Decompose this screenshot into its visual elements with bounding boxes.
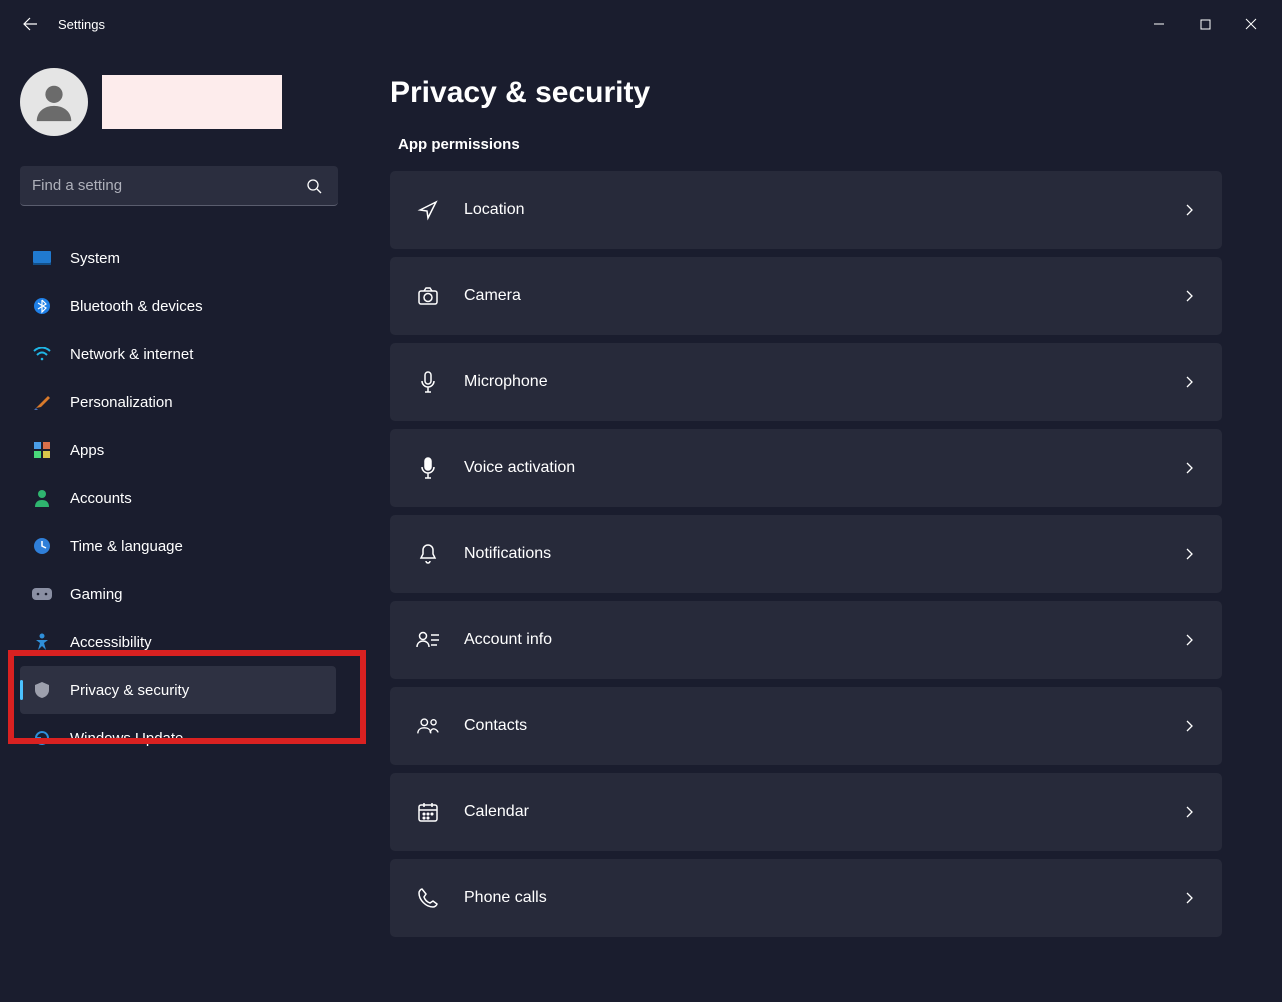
nav-label: Gaming bbox=[70, 586, 123, 603]
search-field[interactable] bbox=[20, 166, 336, 206]
nav-label: Bluetooth & devices bbox=[70, 298, 203, 315]
chevron-right-icon bbox=[1182, 375, 1196, 389]
permission-label: Voice activation bbox=[464, 459, 575, 477]
user-profile[interactable] bbox=[20, 68, 336, 136]
permission-label: Location bbox=[464, 201, 525, 219]
permission-notifications[interactable]: Notifications bbox=[390, 515, 1222, 593]
bluetooth-icon bbox=[32, 296, 52, 316]
chevron-right-icon bbox=[1182, 289, 1196, 303]
nav-item-accounts[interactable]: Accounts bbox=[20, 474, 336, 522]
nav-label: Privacy & security bbox=[70, 682, 189, 699]
minimize-icon bbox=[1153, 18, 1165, 30]
microphone-icon bbox=[416, 370, 440, 394]
permission-label: Phone calls bbox=[464, 889, 547, 907]
avatar bbox=[20, 68, 88, 136]
section-title: App permissions bbox=[390, 136, 1222, 153]
maximize-icon bbox=[1200, 19, 1211, 30]
chevron-right-icon bbox=[1182, 461, 1196, 475]
chevron-right-icon bbox=[1182, 891, 1196, 905]
nav-label: Accounts bbox=[70, 490, 132, 507]
permission-microphone[interactable]: Microphone bbox=[390, 343, 1222, 421]
clock-globe-icon bbox=[32, 536, 52, 556]
nav-label: Apps bbox=[70, 442, 104, 459]
title-bar: Settings bbox=[0, 0, 1282, 48]
wifi-icon bbox=[32, 344, 52, 364]
person-icon bbox=[31, 79, 77, 125]
search-icon bbox=[306, 178, 322, 194]
phone-icon bbox=[416, 886, 440, 910]
back-button[interactable] bbox=[20, 14, 40, 34]
nav-label: Network & internet bbox=[70, 346, 193, 363]
nav-label: Accessibility bbox=[70, 634, 152, 651]
voice-icon bbox=[416, 456, 440, 480]
camera-icon bbox=[416, 284, 440, 308]
apps-icon bbox=[32, 440, 52, 460]
chevron-right-icon bbox=[1182, 547, 1196, 561]
search-input[interactable] bbox=[20, 166, 338, 206]
shield-icon bbox=[32, 680, 52, 700]
brush-icon bbox=[32, 392, 52, 412]
permission-calendar[interactable]: Calendar bbox=[390, 773, 1222, 851]
app-title: Settings bbox=[58, 17, 105, 32]
chevron-right-icon bbox=[1182, 203, 1196, 217]
accessibility-icon bbox=[32, 632, 52, 652]
nav-label: Windows Update bbox=[70, 730, 183, 747]
permission-location[interactable]: Location bbox=[390, 171, 1222, 249]
permission-voice-activation[interactable]: Voice activation bbox=[390, 429, 1222, 507]
update-icon bbox=[32, 728, 52, 748]
main-content: Privacy & security App permissions Locat… bbox=[350, 48, 1282, 1002]
nav-label: Personalization bbox=[70, 394, 173, 411]
chevron-right-icon bbox=[1182, 805, 1196, 819]
user-name-redacted bbox=[102, 75, 282, 129]
nav-item-apps[interactable]: Apps bbox=[20, 426, 336, 474]
nav-item-accessibility[interactable]: Accessibility bbox=[20, 618, 336, 666]
nav-item-privacy[interactable]: Privacy & security bbox=[20, 666, 336, 714]
nav-item-time[interactable]: Time & language bbox=[20, 522, 336, 570]
nav-label: System bbox=[70, 250, 120, 267]
account-info-icon bbox=[416, 628, 440, 652]
person-icon bbox=[32, 488, 52, 508]
minimize-button[interactable] bbox=[1136, 8, 1182, 40]
nav-item-gaming[interactable]: Gaming bbox=[20, 570, 336, 618]
nav-list: System Bluetooth & devices Network & int… bbox=[20, 234, 336, 762]
nav-item-update[interactable]: Windows Update bbox=[20, 714, 336, 762]
nav-label: Time & language bbox=[70, 538, 183, 555]
close-button[interactable] bbox=[1228, 8, 1274, 40]
bell-icon bbox=[416, 542, 440, 566]
sidebar: System Bluetooth & devices Network & int… bbox=[0, 48, 350, 1002]
calendar-icon bbox=[416, 800, 440, 824]
permission-label: Microphone bbox=[464, 373, 548, 391]
close-icon bbox=[1245, 18, 1257, 30]
chevron-right-icon bbox=[1182, 633, 1196, 647]
permission-label: Contacts bbox=[464, 717, 527, 735]
nav-item-network[interactable]: Network & internet bbox=[20, 330, 336, 378]
permission-label: Camera bbox=[464, 287, 521, 305]
permission-list: Location Camera Microphone bbox=[390, 171, 1222, 937]
permission-camera[interactable]: Camera bbox=[390, 257, 1222, 335]
gamepad-icon bbox=[32, 584, 52, 604]
location-icon bbox=[416, 198, 440, 222]
chevron-right-icon bbox=[1182, 719, 1196, 733]
permission-phone-calls[interactable]: Phone calls bbox=[390, 859, 1222, 937]
arrow-left-icon bbox=[22, 16, 38, 32]
page-title: Privacy & security bbox=[390, 76, 1222, 110]
permission-label: Notifications bbox=[464, 545, 551, 563]
nav-item-bluetooth[interactable]: Bluetooth & devices bbox=[20, 282, 336, 330]
nav-item-personalization[interactable]: Personalization bbox=[20, 378, 336, 426]
permission-contacts[interactable]: Contacts bbox=[390, 687, 1222, 765]
permission-label: Calendar bbox=[464, 803, 529, 821]
maximize-button[interactable] bbox=[1182, 8, 1228, 40]
contacts-icon bbox=[416, 714, 440, 738]
permission-label: Account info bbox=[464, 631, 552, 649]
monitor-icon bbox=[32, 248, 52, 268]
nav-item-system[interactable]: System bbox=[20, 234, 336, 282]
permission-account-info[interactable]: Account info bbox=[390, 601, 1222, 679]
window-controls bbox=[1136, 8, 1274, 40]
